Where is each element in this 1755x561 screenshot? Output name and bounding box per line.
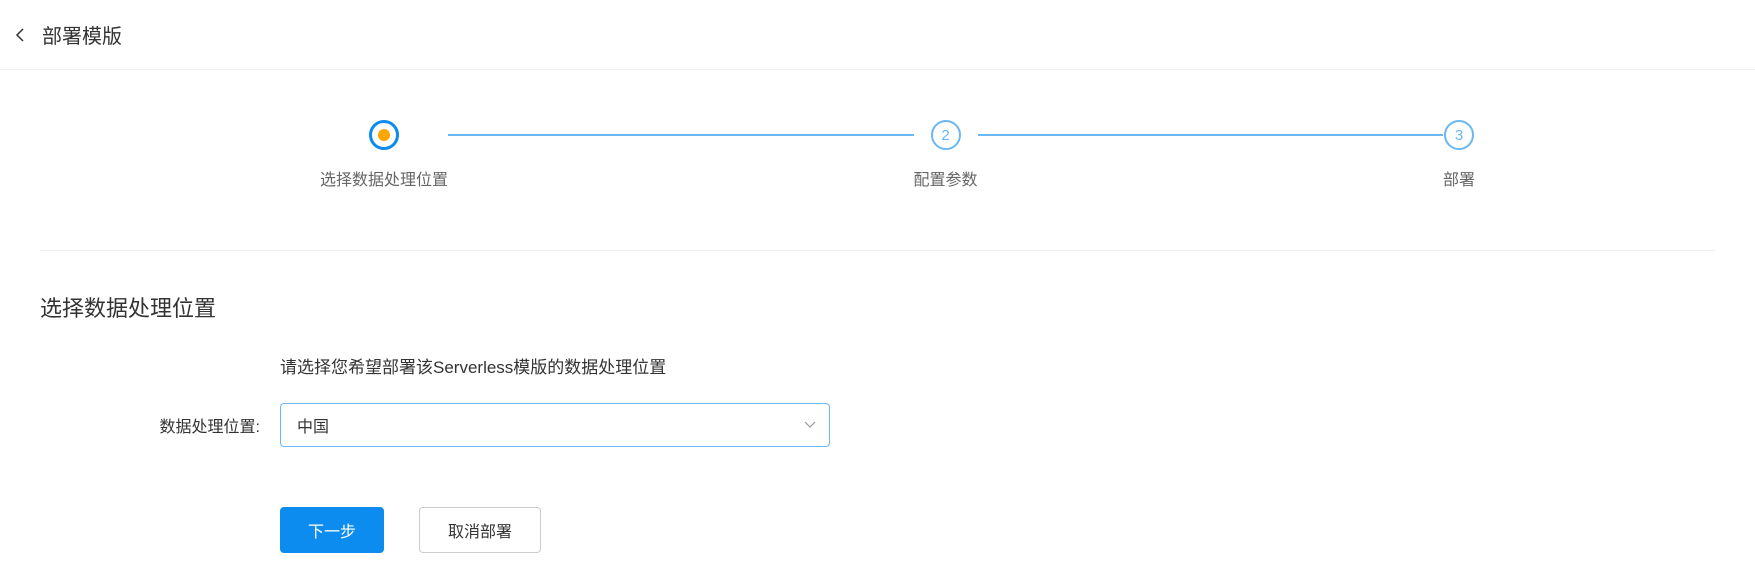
step-1-label: 选择数据处理位置	[320, 166, 448, 190]
section-title: 选择数据处理位置	[40, 291, 1715, 323]
step-connector	[978, 134, 1443, 136]
location-value: 中国	[297, 413, 329, 437]
location-select-wrapper: 中国	[280, 403, 830, 447]
next-button[interactable]: 下一步	[280, 507, 384, 553]
step-1-circle	[369, 120, 399, 150]
form-section: 选择数据处理位置 请选择您希望部署该Serverless模版的数据处理位置 数据…	[40, 291, 1715, 553]
page-title: 部署模版	[42, 20, 122, 49]
step-3-circle: 3	[1444, 120, 1474, 150]
step-3: 3 部署	[1443, 120, 1475, 190]
cancel-button[interactable]: 取消部署	[419, 507, 541, 553]
step-3-label: 部署	[1443, 166, 1475, 190]
location-select[interactable]: 中国	[280, 403, 830, 447]
step-2-circle: 2	[931, 120, 961, 150]
stepper: 选择数据处理位置 2 配置参数 3 部署	[320, 120, 1475, 190]
page-header: 部署模版	[0, 0, 1755, 70]
location-row: 数据处理位置: 中国	[40, 403, 1715, 447]
step-2: 2 配置参数	[914, 120, 978, 190]
back-icon[interactable]	[10, 25, 30, 45]
button-row: 下一步 取消部署	[280, 507, 1715, 553]
step-2-label: 配置参数	[914, 166, 978, 190]
section-desc: 请选择您希望部署该Serverless模版的数据处理位置	[280, 353, 1715, 378]
divider	[40, 250, 1715, 251]
step-connector	[448, 134, 913, 136]
location-label: 数据处理位置:	[40, 413, 280, 437]
main-content: 选择数据处理位置 2 配置参数 3 部署 选择数据处理位置 请选择您希望部署该S…	[0, 120, 1755, 553]
step-1: 选择数据处理位置	[320, 120, 448, 190]
